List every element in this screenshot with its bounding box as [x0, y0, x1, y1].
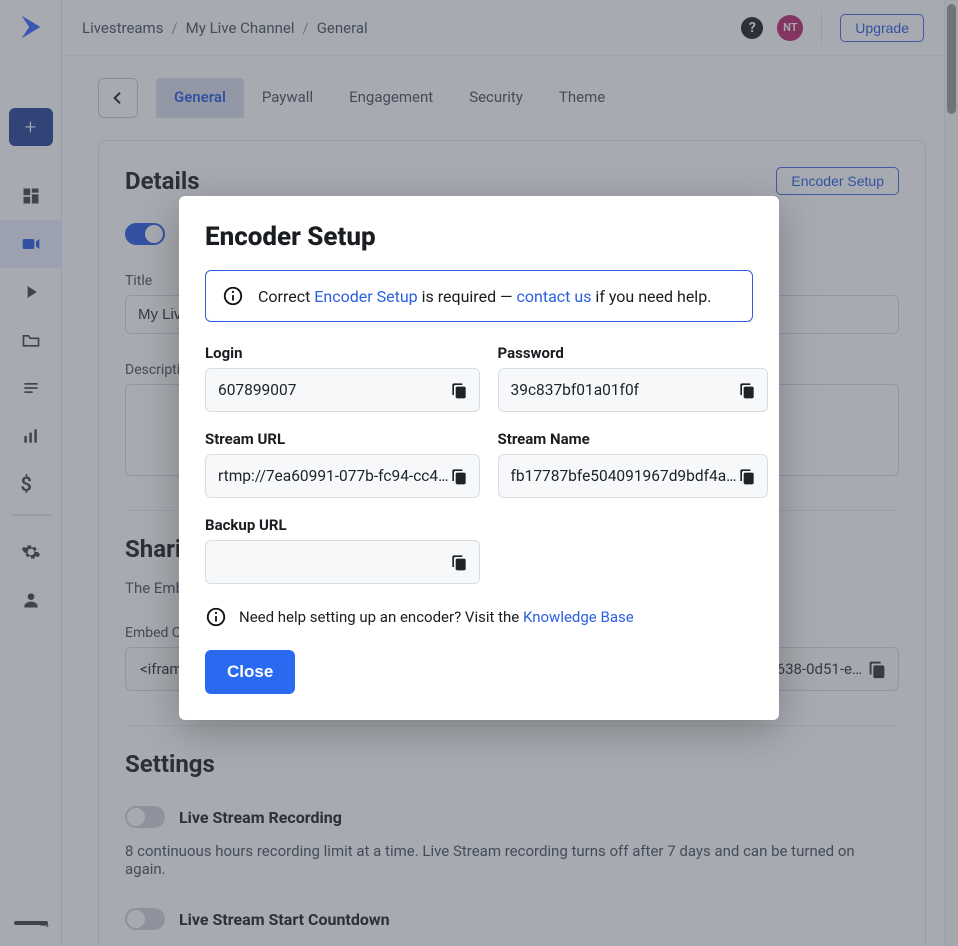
stream-url-value: rtmp://7ea60991-077b-fc94-cc4…	[218, 467, 449, 485]
info-icon	[222, 285, 244, 307]
notice-text-pre: Correct	[258, 287, 314, 306]
modal-title: Encoder Setup	[205, 222, 753, 252]
stream-name-label: Stream Name	[498, 430, 768, 448]
copy-icon[interactable]	[449, 552, 469, 572]
notice-text-post: if you need help.	[591, 287, 711, 306]
notice-link-encoder-setup[interactable]: Encoder Setup	[314, 287, 417, 306]
copy-icon[interactable]	[737, 380, 757, 400]
knowledge-base-link[interactable]: Knowledge Base	[523, 608, 634, 626]
password-label: Password	[498, 344, 768, 362]
stream-name-box: fb17787bfe504091967d9bdf4a…	[498, 454, 768, 498]
modal-help-line: Need help setting up an encoder? Visit t…	[205, 606, 753, 628]
help-text: Need help setting up an encoder? Visit t…	[239, 608, 523, 626]
password-box: 39c837bf01a01f0f	[498, 368, 768, 412]
copy-icon[interactable]	[449, 380, 469, 400]
stream-url-label: Stream URL	[205, 430, 480, 448]
backup-url-box	[205, 540, 480, 584]
password-value: 39c837bf01a01f0f	[511, 381, 737, 399]
notice-text-mid: is required —	[418, 287, 517, 306]
copy-icon[interactable]	[737, 466, 757, 486]
backup-url-label: Backup URL	[205, 516, 480, 534]
copy-icon[interactable]	[449, 466, 469, 486]
modal-overlay[interactable]: Encoder Setup Correct Encoder Setup is r…	[0, 0, 958, 946]
close-button[interactable]: Close	[205, 650, 295, 694]
stream-url-box: rtmp://7ea60991-077b-fc94-cc4…	[205, 454, 480, 498]
notice-link-contact-us[interactable]: contact us	[517, 287, 592, 306]
modal-notice: Correct Encoder Setup is required — cont…	[205, 270, 753, 322]
login-label: Login	[205, 344, 480, 362]
login-box: 607899007	[205, 368, 480, 412]
stream-name-value: fb17787bfe504091967d9bdf4a…	[511, 467, 737, 485]
encoder-setup-modal: Encoder Setup Correct Encoder Setup is r…	[179, 196, 779, 720]
login-value: 607899007	[218, 381, 449, 399]
info-icon	[205, 606, 227, 628]
